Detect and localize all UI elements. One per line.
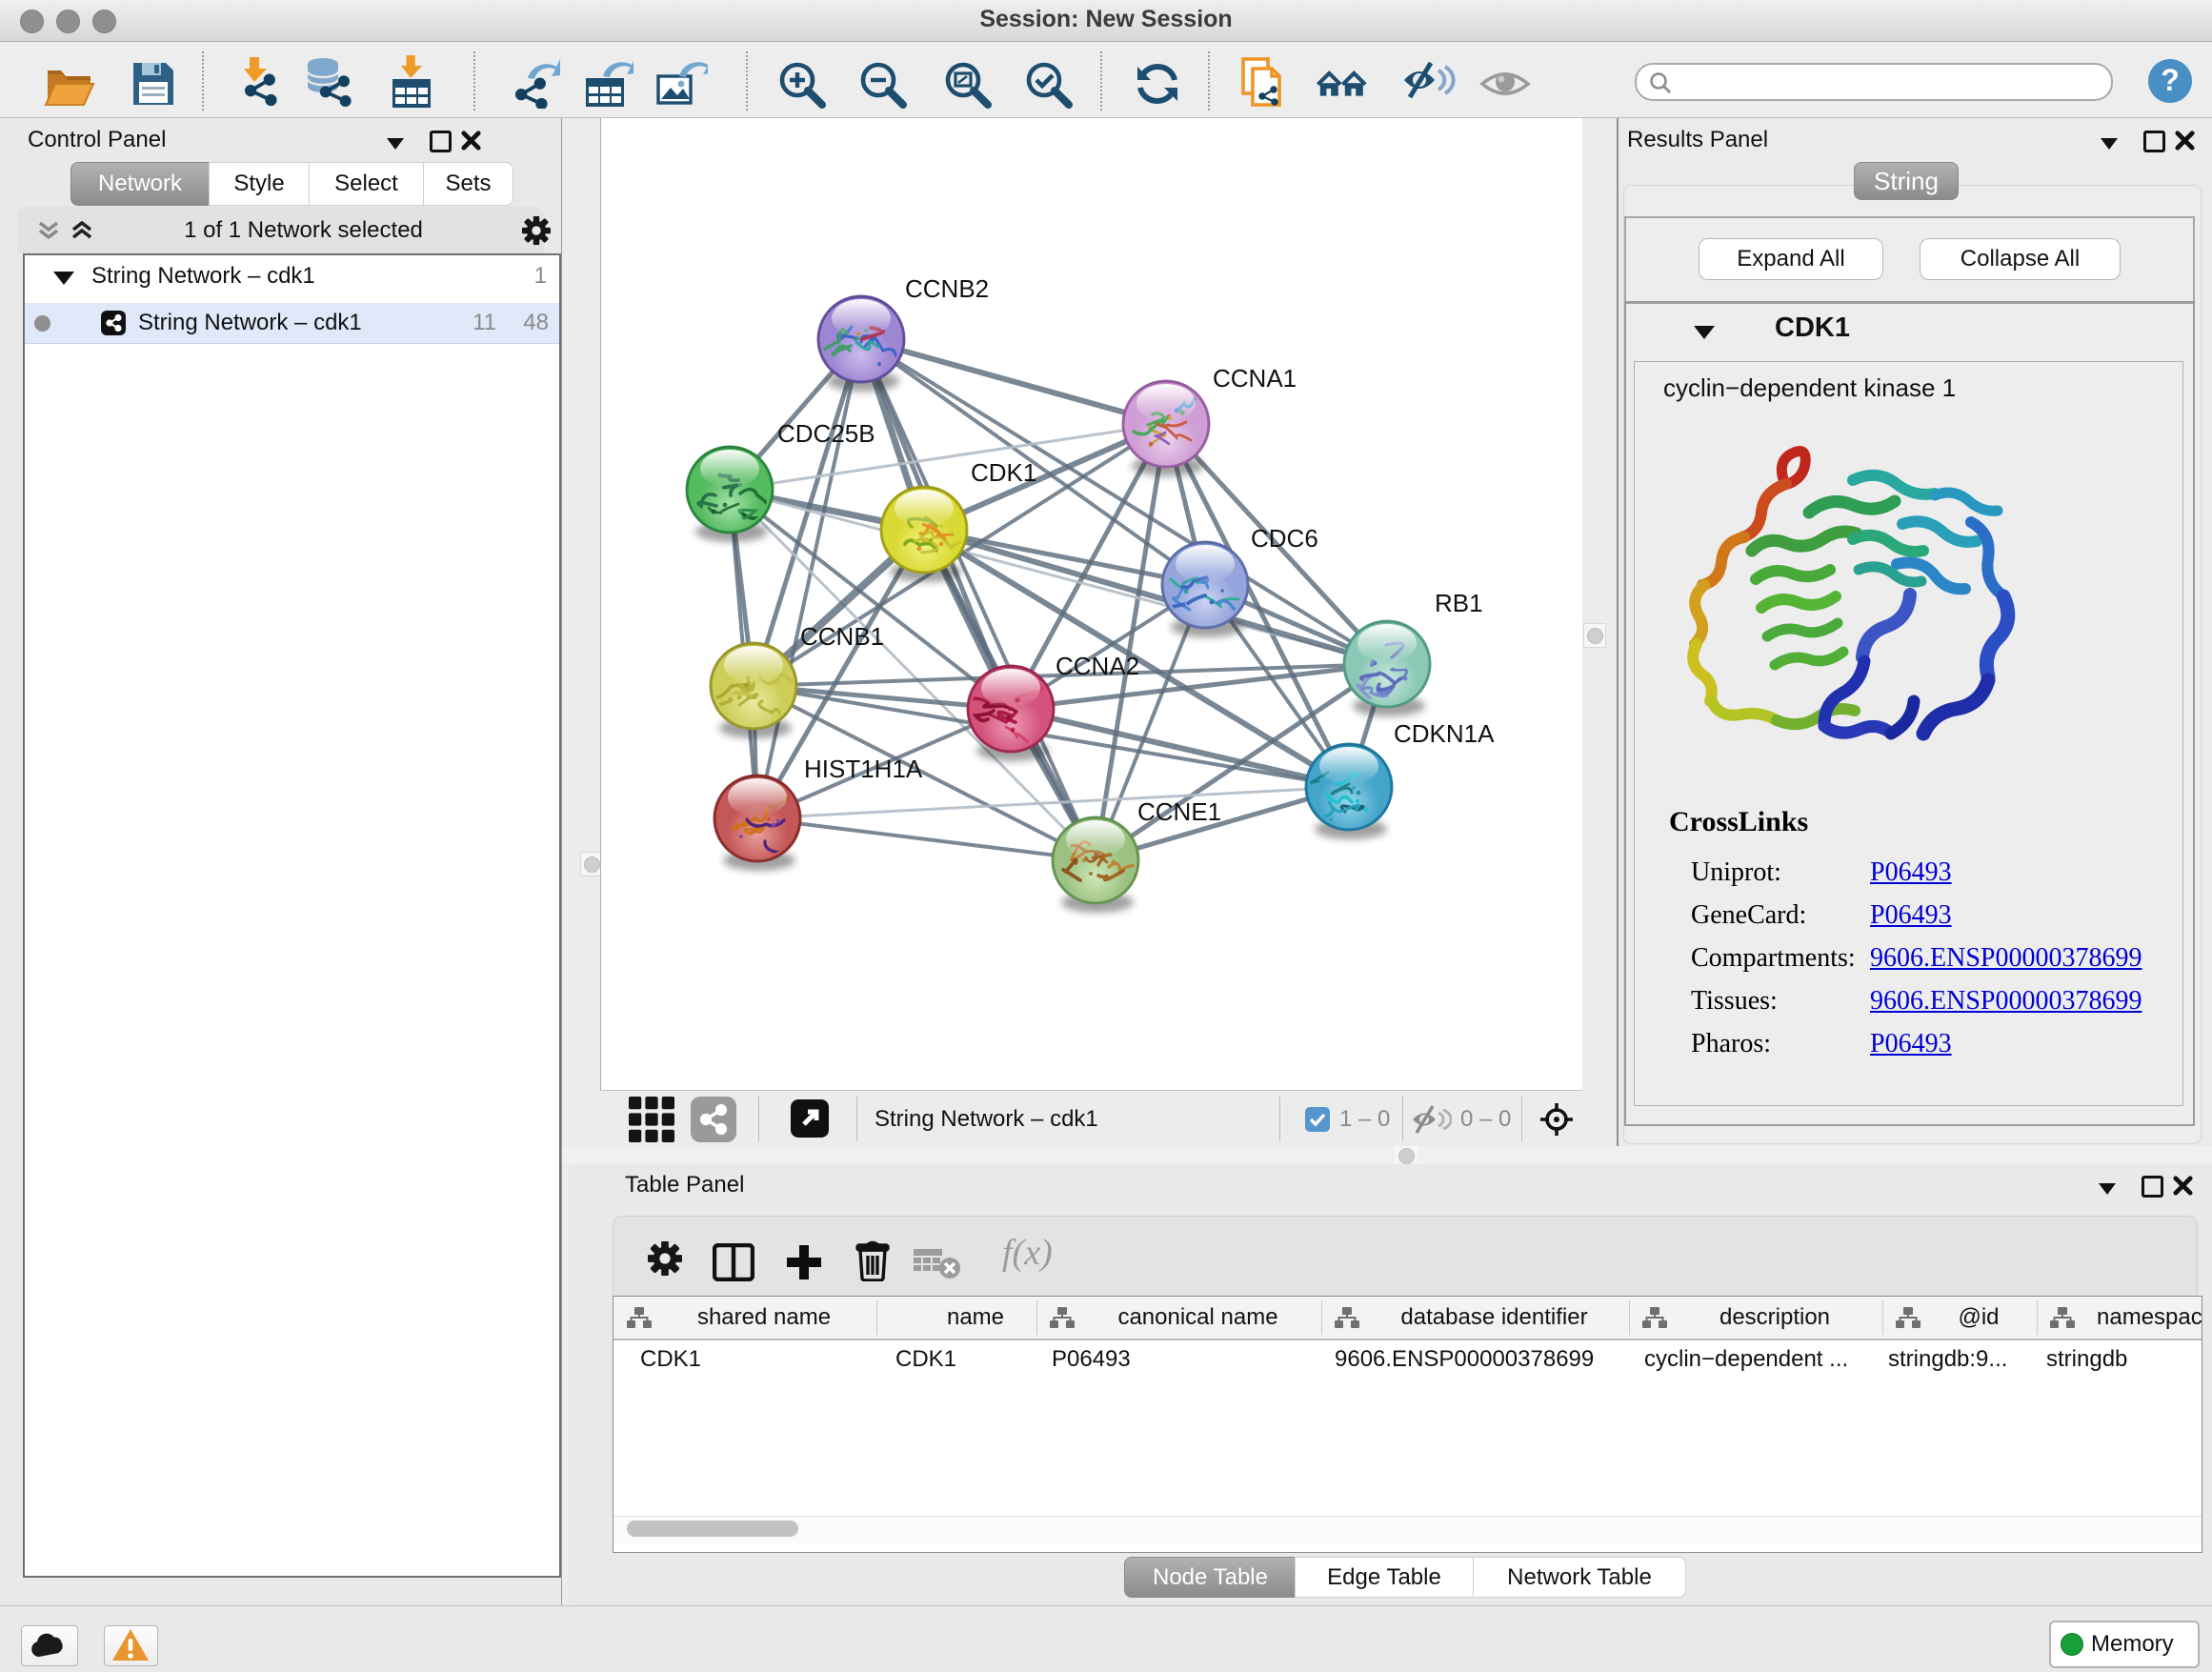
svg-text:HIST1H1A: HIST1H1A	[804, 755, 923, 783]
svg-text:CDC25B: CDC25B	[777, 419, 875, 448]
svg-text:?: ?	[2161, 63, 2180, 97]
svg-text:CDC6: CDC6	[1251, 524, 1318, 553]
svg-text:RB1: RB1	[1435, 589, 1483, 617]
svg-text:CCNB2: CCNB2	[905, 274, 989, 303]
svg-text:CDK1: CDK1	[971, 458, 1036, 487]
svg-text:CCNA2: CCNA2	[1056, 652, 1139, 680]
svg-text:CCNE1: CCNE1	[1137, 797, 1221, 826]
svg-text:CDKN1A: CDKN1A	[1394, 719, 1495, 748]
svg-text:CCNB1: CCNB1	[800, 622, 884, 651]
svg-text:CCNA1: CCNA1	[1213, 364, 1297, 393]
